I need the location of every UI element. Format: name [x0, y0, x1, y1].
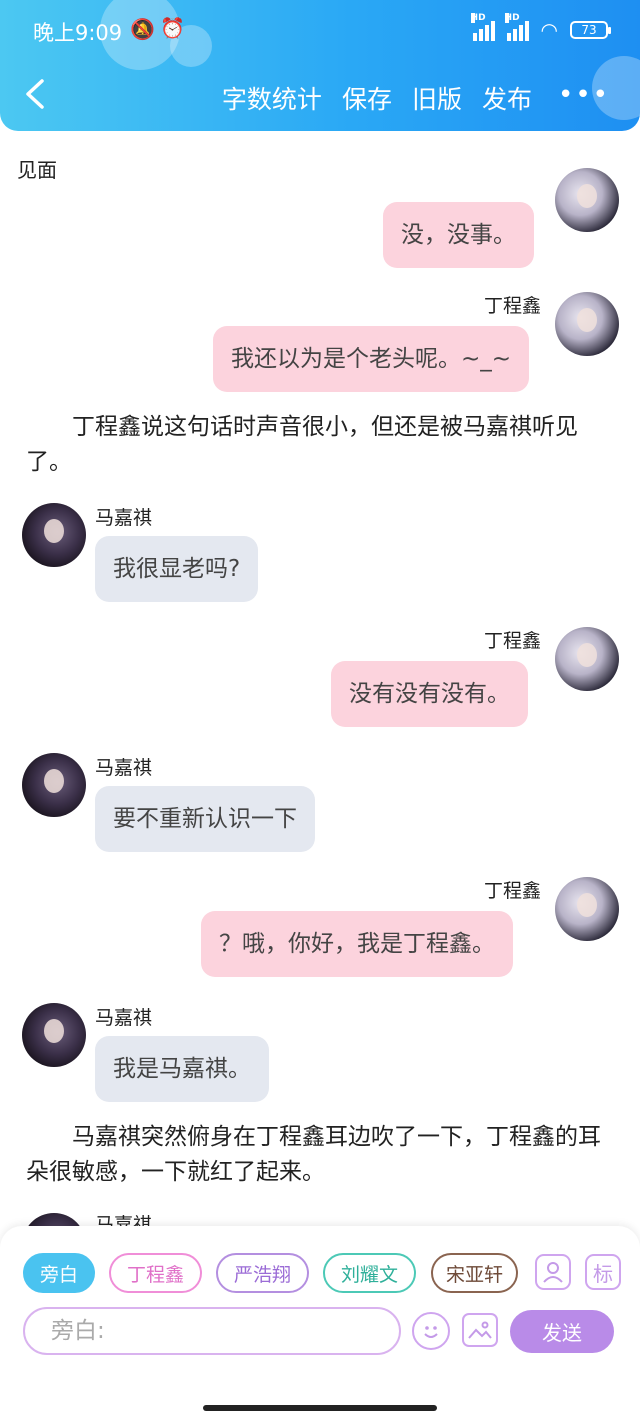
alarm-icon: ⏰ — [160, 16, 185, 40]
signal-icon: HD — [504, 13, 529, 41]
send-button[interactable]: 发送 — [510, 1310, 614, 1353]
hd-label: HD — [504, 13, 520, 23]
speaker-name: 丁程鑫 — [484, 630, 542, 652]
smile-icon — [424, 1326, 438, 1338]
status-time: 晚上9:09 — [33, 21, 123, 45]
status-bar: 晚上9:09 🔕 ⏰ HD HD ◠ 73 — [0, 0, 640, 62]
chat-bubble-left[interactable]: 我是马嘉祺。 — [95, 1036, 269, 1102]
chat-bubble-left[interactable]: 我很显老吗? — [95, 536, 259, 602]
speaker-name: 马嘉祺 — [95, 757, 153, 779]
app-header: 晚上9:09 🔕 ⏰ HD HD ◠ 73 字数统计 保存 旧版 发布 ••• — [0, 0, 640, 131]
chat-bubble-right[interactable]: 没有没有没有。 — [331, 661, 528, 727]
more-button[interactable]: ••• — [558, 80, 610, 116]
hd-label: HD — [470, 13, 486, 23]
speaker-name: 丁程鑫 — [484, 295, 542, 317]
chat-bubble-left[interactable]: 要不重新认识一下 — [95, 786, 315, 852]
role-chip-ding[interactable]: 丁程鑫 — [109, 1253, 202, 1293]
old-version-button[interactable]: 旧版 — [412, 80, 462, 116]
role-chip-narrator[interactable]: 旁白 — [23, 1253, 95, 1293]
speaker-name: 丁程鑫 — [484, 880, 542, 902]
picture-icon — [468, 1321, 492, 1339]
avatar-ma[interactable] — [22, 503, 86, 567]
speaker-name: 马嘉祺 — [95, 507, 153, 529]
avatar-ma[interactable] — [22, 1003, 86, 1067]
status-icons: HD HD ◠ 73 — [470, 13, 611, 42]
back-button[interactable] — [22, 78, 58, 114]
save-button[interactable]: 保存 — [342, 80, 392, 116]
image-icon[interactable] — [462, 1313, 498, 1347]
add-character-icon[interactable] — [535, 1254, 571, 1290]
avatar-ding[interactable] — [555, 168, 619, 232]
chat-bubble-right[interactable]: 我还以为是个老头呢。~_~ — [213, 326, 530, 392]
battery-icon: 73 — [570, 21, 611, 39]
narration-text[interactable]: 马嘉祺突然俯身在丁程鑫耳边吹了一下，丁程鑫的耳朵很敏感，一下就红了起来。 — [26, 1120, 616, 1190]
avatar-ding[interactable] — [555, 627, 619, 691]
narration-text[interactable]: 丁程鑫说这句话时声音很小，但还是被马嘉祺听见了。 — [26, 410, 616, 480]
publish-button[interactable]: 发布 — [482, 80, 532, 116]
role-chip-yan[interactable]: 严浩翔 — [216, 1253, 309, 1293]
role-chip-song[interactable]: 宋亚轩 — [431, 1253, 518, 1293]
chapter-title: 见面 — [17, 158, 57, 182]
battery-level: 73 — [581, 23, 597, 37]
signal-icon: HD — [470, 13, 495, 41]
person-icon — [543, 1262, 563, 1283]
home-indicator[interactable] — [203, 1405, 437, 1411]
speaker-name: 马嘉祺 — [95, 1007, 153, 1029]
chat-bubble-right[interactable]: ？哦，你好，我是丁程鑫。 — [201, 911, 513, 977]
nav-bar: 字数统计 保存 旧版 发布 ••• — [0, 62, 640, 131]
message-input[interactable]: 旁白: — [23, 1307, 401, 1355]
emoji-icon[interactable] — [412, 1312, 450, 1350]
word-count-button[interactable]: 字数统计 — [222, 80, 322, 116]
chevron-left-icon — [26, 79, 44, 109]
chat-bubble-right[interactable]: 没，没事。 — [383, 202, 534, 268]
mute-icon: 🔕 — [130, 17, 155, 41]
avatar-ding[interactable] — [555, 292, 619, 356]
wifi-icon: ◠ — [540, 18, 558, 42]
avatar-ma[interactable] — [22, 753, 86, 817]
role-chip-liu[interactable]: 刘耀文 — [323, 1253, 416, 1293]
avatar-ding[interactable] — [555, 877, 619, 941]
mark-icon[interactable]: 标 — [585, 1254, 621, 1290]
nav-actions: 字数统计 保存 旧版 发布 ••• — [222, 80, 610, 116]
